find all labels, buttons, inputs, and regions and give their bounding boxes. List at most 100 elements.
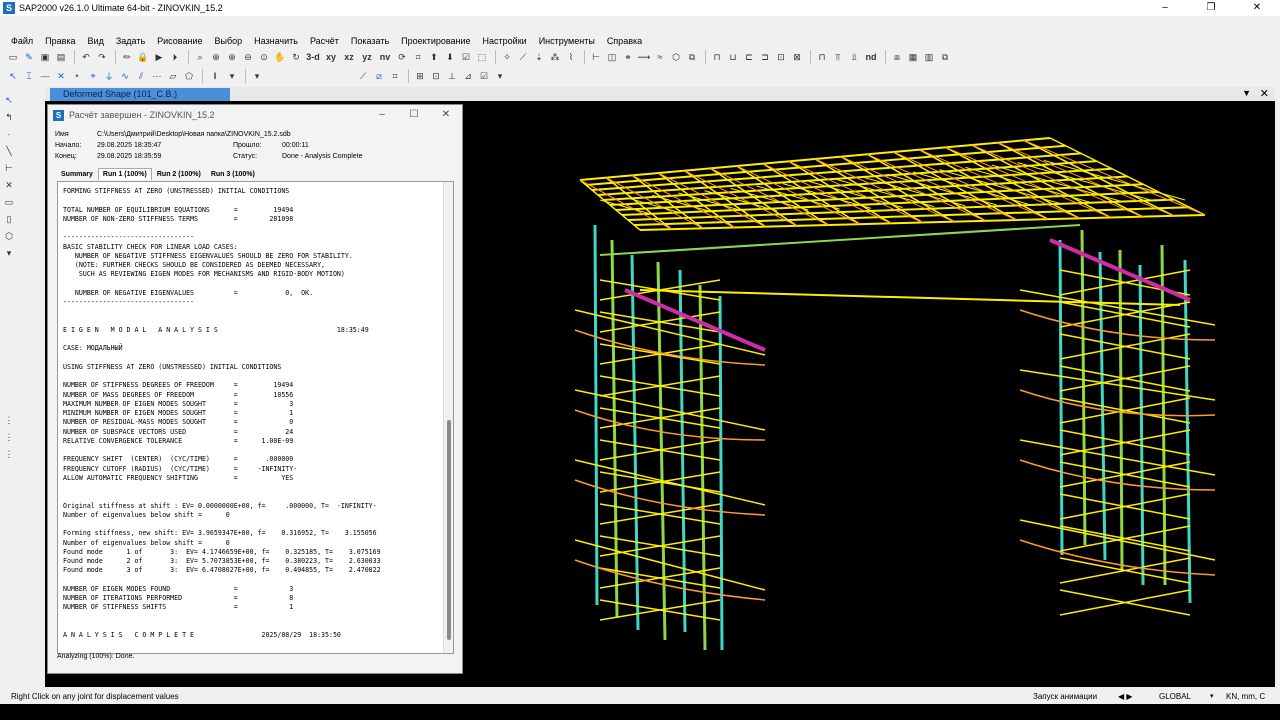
- menu-view[interactable]: Вид: [82, 34, 110, 48]
- beam-icon[interactable]: —: [38, 69, 52, 83]
- deformed-icon[interactable]: ⊓: [815, 50, 829, 64]
- forces-icon[interactable]: ⫪: [831, 50, 845, 64]
- tab-deformed-shape[interactable]: Deformed Shape (101_C.B.): [50, 88, 230, 101]
- dialog-titlebar[interactable]: S Расчёт завершен - ZINOVKIN_15.2 – ☐ ✕: [48, 105, 462, 125]
- log-scrollbar-thumb[interactable]: [447, 420, 451, 640]
- run-icon[interactable]: ▶: [152, 50, 166, 64]
- group-icon[interactable]: ⧉: [685, 50, 699, 64]
- tab-run-1[interactable]: Run 1 (100%): [97, 168, 152, 180]
- animation-nav-buttons[interactable]: ◀ ▶: [1118, 690, 1133, 704]
- report-icon[interactable]: ▦: [906, 50, 920, 64]
- run-all-icon[interactable]: ⏵: [168, 50, 182, 64]
- snap-intersect-icon[interactable]: ⊡: [429, 69, 443, 83]
- maximize-button[interactable]: ❐: [1188, 0, 1234, 16]
- joint-add-icon[interactable]: ·: [2, 127, 16, 141]
- draw-joint-icon[interactable]: •: [70, 69, 84, 83]
- menu-assign[interactable]: Назначить: [248, 34, 304, 48]
- view-3d-button[interactable]: 3-d: [305, 50, 321, 64]
- show-area-icon[interactable]: ⊐: [758, 50, 772, 64]
- units-select[interactable]: KN, mm, C: [1226, 690, 1265, 704]
- chevron-down-icon[interactable]: ▾: [225, 69, 239, 83]
- cable-icon[interactable]: ⟿: [637, 50, 651, 64]
- show-solid-icon[interactable]: ⊡: [774, 50, 788, 64]
- pointer-icon[interactable]: ↖: [6, 69, 20, 83]
- dialog-close-button[interactable]: ✕: [430, 105, 462, 125]
- pencil-icon[interactable]: ✏: [120, 50, 134, 64]
- tab-run-3[interactable]: Run 3 (100%): [206, 168, 260, 180]
- menu-analyze[interactable]: Расчёт: [304, 34, 345, 48]
- stresses-icon[interactable]: ⫫: [847, 50, 861, 64]
- brace-icon[interactable]: ✕: [54, 69, 68, 83]
- line-draw-icon[interactable]: ╲: [2, 144, 16, 158]
- zoom-in-icon[interactable]: ⊕: [225, 50, 239, 64]
- spring-icon[interactable]: ⌇: [564, 50, 578, 64]
- close-button[interactable]: ✕: [1234, 0, 1280, 16]
- menu-tools[interactable]: Инструменты: [533, 34, 601, 48]
- snap-all-icon[interactable]: ☑: [477, 69, 491, 83]
- dialog-minimize-button[interactable]: –: [366, 105, 398, 125]
- cross-icon[interactable]: ✕: [2, 178, 16, 192]
- lock-icon[interactable]: 🔒: [136, 50, 150, 64]
- undo-icon[interactable]: ↶: [79, 50, 93, 64]
- snap-ends-icon[interactable]: ⌗: [388, 69, 402, 83]
- open-icon[interactable]: ✎: [22, 50, 36, 64]
- menu-display[interactable]: Показать: [345, 34, 395, 48]
- show-link-icon[interactable]: ⊠: [790, 50, 804, 64]
- draw-tendon-icon[interactable]: ⫽: [134, 69, 148, 83]
- snap-perp-icon[interactable]: ⊥: [445, 69, 459, 83]
- select-pointer-icon[interactable]: ↖: [2, 93, 16, 107]
- show-cable-icon[interactable]: ⊔: [726, 50, 740, 64]
- tab-summary[interactable]: Summary: [56, 168, 98, 180]
- solid-icon[interactable]: ⬡: [669, 50, 683, 64]
- view-nv-button[interactable]: nv: [377, 50, 393, 64]
- table-icon[interactable]: ▥: [922, 50, 936, 64]
- clear-select-icon[interactable]: ⋮: [2, 447, 16, 461]
- zoom-extents-icon[interactable]: ⊕: [209, 50, 223, 64]
- tab-close-icon[interactable]: ✕: [1260, 87, 1269, 100]
- coord-dropdown-icon[interactable]: ▾: [1210, 690, 1214, 704]
- show-tendon-icon[interactable]: ⊏: [742, 50, 756, 64]
- more-icon[interactable]: ▾: [250, 69, 264, 83]
- prev-select-icon[interactable]: ⋮: [2, 430, 16, 444]
- coordinate-system-select[interactable]: GLOBAL: [1159, 690, 1191, 704]
- draw-shell-icon[interactable]: ▱: [166, 69, 180, 83]
- menu-options[interactable]: Настройки: [477, 34, 533, 48]
- select-icon[interactable]: ⬚: [475, 50, 489, 64]
- reshape-icon[interactable]: ↰: [2, 110, 16, 124]
- rotate-icon[interactable]: ↻: [289, 50, 303, 64]
- frame-section-icon[interactable]: ⊢: [589, 50, 603, 64]
- nd-button[interactable]: nd: [863, 50, 879, 64]
- zoom-window-icon[interactable]: ⌕: [193, 50, 207, 64]
- text-icon[interactable]: I: [207, 69, 223, 83]
- tendon-icon[interactable]: ≈: [653, 50, 667, 64]
- menu-select[interactable]: Выбор: [208, 34, 248, 48]
- quick-draw-icon[interactable]: ⋯: [150, 69, 164, 83]
- view-xz-button[interactable]: xz: [341, 50, 357, 64]
- link-icon[interactable]: ⚭: [621, 50, 635, 64]
- tab-run-2[interactable]: Run 2 (100%): [152, 168, 206, 180]
- column-icon[interactable]: ⌶: [22, 69, 36, 83]
- zoom-out-icon[interactable]: ⊖: [241, 50, 255, 64]
- frame-release-icon[interactable]: ⟋: [516, 50, 530, 64]
- analysis-log[interactable]: FORMING STIFFNESS AT ZERO (UNSTRESSED) I…: [57, 181, 454, 654]
- rect-draw-icon[interactable]: ▯: [2, 212, 16, 226]
- down-arrow-icon[interactable]: ⬇: [443, 50, 457, 64]
- menu-edit[interactable]: Правка: [39, 34, 81, 48]
- menu-draw[interactable]: Рисование: [151, 34, 208, 48]
- draw-spring-icon[interactable]: ⏚: [102, 69, 116, 83]
- draw-cable-icon[interactable]: ∿: [118, 69, 132, 83]
- dimension-icon[interactable]: ⟋: [356, 69, 370, 83]
- tab-list-dropdown[interactable]: ▼: [1242, 88, 1251, 98]
- snap-grid-icon[interactable]: ⊞: [413, 69, 427, 83]
- view-xy-button[interactable]: xy: [323, 50, 339, 64]
- view-yz-button[interactable]: yz: [359, 50, 375, 64]
- snap-line-icon[interactable]: ⊿: [461, 69, 475, 83]
- log-scrollbar[interactable]: [443, 182, 453, 653]
- load-icon[interactable]: ⇣: [532, 50, 546, 64]
- menu-help[interactable]: Справка: [601, 34, 648, 48]
- area-draw-icon[interactable]: ▭: [2, 195, 16, 209]
- mass-icon[interactable]: ⁂: [548, 50, 562, 64]
- start-animation-button[interactable]: Запуск анимации: [1033, 690, 1097, 704]
- print-icon[interactable]: ▤: [54, 50, 68, 64]
- menu-design[interactable]: Проектирование: [395, 34, 476, 48]
